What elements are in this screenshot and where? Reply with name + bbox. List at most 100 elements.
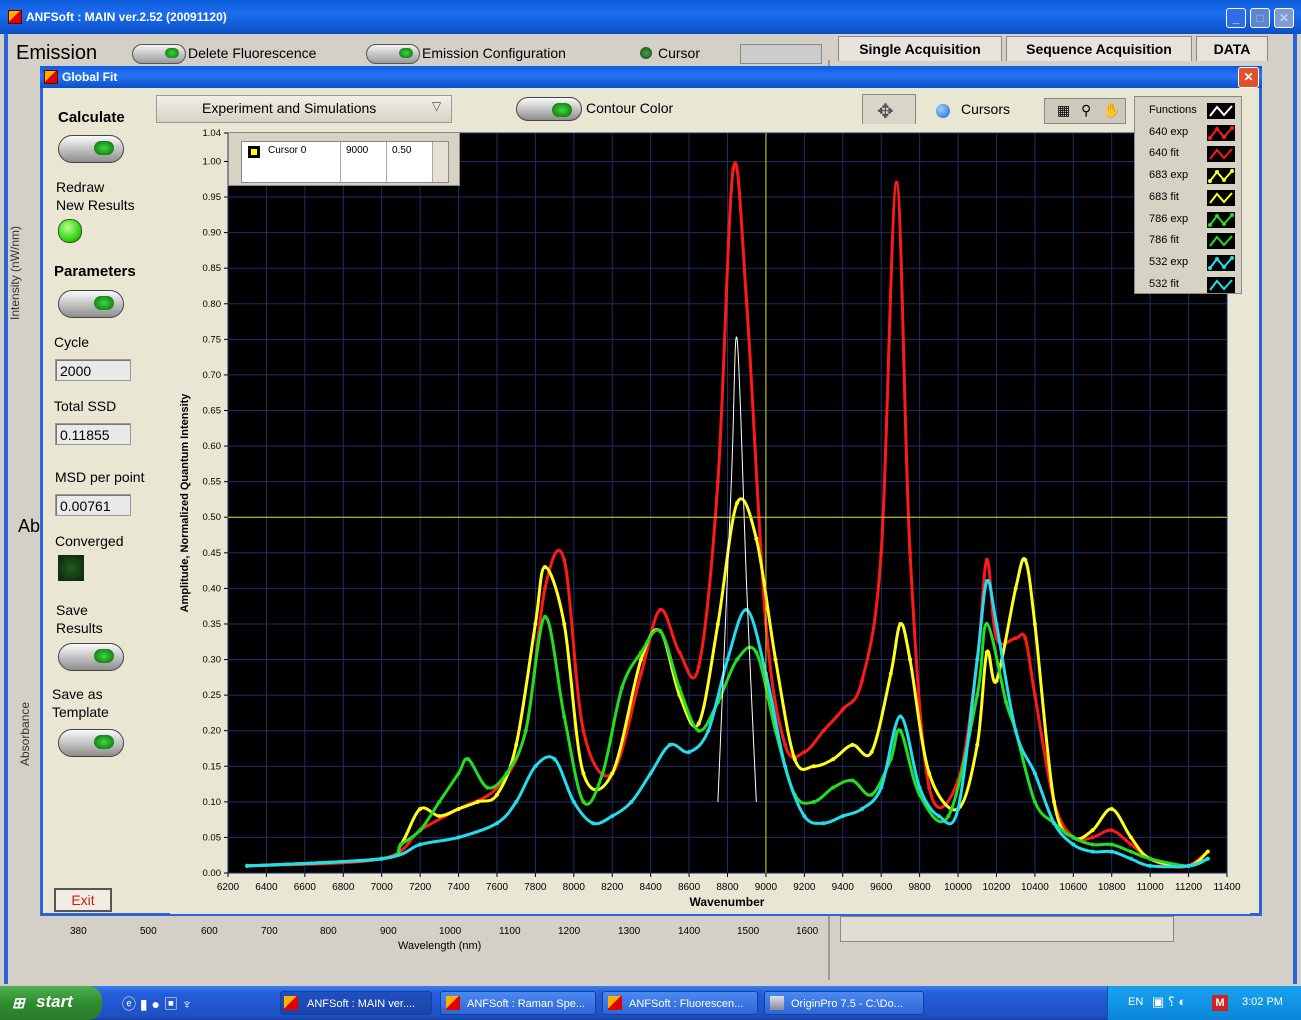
legend-item[interactable]: 532 fit bbox=[1135, 275, 1241, 295]
emission-label: Emission bbox=[16, 42, 98, 64]
tab-single-acquisition[interactable]: Single Acquisition bbox=[838, 36, 1002, 61]
y-tick-label: 0.75 bbox=[203, 334, 222, 345]
start-button[interactable]: ⊞ start bbox=[0, 986, 102, 1020]
legend-item[interactable]: 786 fit bbox=[1135, 231, 1241, 251]
series-point bbox=[1090, 828, 1095, 833]
legend-item[interactable]: 640 fit bbox=[1135, 144, 1241, 164]
legend-item[interactable]: 640 exp bbox=[1135, 123, 1241, 143]
minimize-button[interactable]: _ bbox=[1226, 8, 1246, 28]
y-tick-label: 0.70 bbox=[203, 370, 222, 381]
series-point bbox=[859, 806, 864, 811]
cursor-y-value[interactable]: 0.50 bbox=[392, 145, 411, 156]
calculate-label: Calculate bbox=[58, 109, 125, 126]
series-point bbox=[975, 693, 980, 698]
graph-tools-palette[interactable]: ▦ ⚲ ✋ bbox=[1044, 98, 1126, 124]
tab-sequence-acquisition[interactable]: Sequence Acquisition bbox=[1006, 36, 1192, 61]
legend-label: 532 fit bbox=[1149, 277, 1179, 290]
total-ssd-field[interactable]: 0.11855 bbox=[55, 423, 131, 445]
cycle-field[interactable]: 2000 bbox=[55, 359, 131, 381]
series-point bbox=[956, 806, 961, 811]
save-template-label: Save as Template bbox=[52, 686, 109, 720]
graph-palette[interactable] bbox=[740, 44, 822, 64]
chevron-down-icon: ▽ bbox=[432, 99, 442, 113]
y-tick-label: 0.65 bbox=[203, 406, 222, 417]
series-point bbox=[975, 742, 980, 747]
cursor-table-scrollbar[interactable] bbox=[432, 142, 448, 182]
legend-item[interactable]: 786 exp bbox=[1135, 210, 1241, 230]
series-point bbox=[894, 180, 899, 185]
series-point bbox=[1128, 849, 1133, 854]
redraw-led[interactable] bbox=[58, 219, 82, 243]
legend-swatch-icon bbox=[1207, 276, 1235, 293]
contour-color-label: Contour Color bbox=[586, 100, 674, 116]
x-tick-label: 9000 bbox=[755, 882, 778, 893]
exit-button[interactable]: Exit bbox=[54, 888, 112, 912]
legend-swatch-icon bbox=[1207, 233, 1235, 250]
experiment-dropdown[interactable]: Experiment and Simulations ▽ bbox=[156, 95, 452, 123]
pan-control[interactable]: ✥ bbox=[862, 94, 916, 126]
msd-field[interactable]: 0.00761 bbox=[55, 494, 131, 516]
x-tick-label: 10400 bbox=[1021, 882, 1049, 893]
series-point bbox=[667, 742, 672, 747]
cursor-legend[interactable]: Cursor 0 9000 0.50 bbox=[228, 132, 460, 186]
series-point bbox=[658, 629, 663, 634]
series-point bbox=[245, 863, 250, 868]
legend-item[interactable]: Functions bbox=[1135, 101, 1241, 121]
taskbar-item-origin[interactable]: OriginPro 7.5 - C:\Do... bbox=[764, 991, 924, 1015]
series-point bbox=[984, 650, 989, 655]
series-point bbox=[542, 565, 547, 570]
legend-item[interactable]: 683 exp bbox=[1135, 166, 1241, 186]
series-point bbox=[744, 301, 749, 306]
language-indicator[interactable]: EN bbox=[1128, 996, 1143, 1008]
converged-indicator bbox=[58, 555, 84, 581]
x-tick-label: 10200 bbox=[983, 882, 1011, 893]
legend-item[interactable]: 532 exp bbox=[1135, 253, 1241, 273]
taskbar-item-fluorescence[interactable]: ANFSoft : Fluorescen... bbox=[602, 991, 758, 1015]
save-template-button[interactable] bbox=[58, 729, 124, 757]
calculate-button[interactable] bbox=[58, 135, 124, 163]
x-tick-label: 6200 bbox=[217, 882, 240, 893]
taskbar-item-main[interactable]: ANFSoft : MAIN ver.... bbox=[280, 991, 432, 1015]
series-point bbox=[610, 771, 615, 776]
tab-data[interactable]: DATA bbox=[1196, 36, 1268, 61]
series-point bbox=[908, 657, 913, 662]
y-tick-label: 0.80 bbox=[203, 299, 222, 310]
series-point bbox=[879, 550, 884, 555]
wavelength-tick-label: 1400 bbox=[678, 926, 701, 937]
spectra-chart: 0.00 0.05 0.10 0.15 0.20 0.25 0.30 0.35 0.40 0.45… bbox=[170, 124, 1250, 914]
window-title: ANFSoft : MAIN ver.2.52 (20091120) bbox=[26, 10, 227, 24]
hand-icon[interactable]: ✋ bbox=[1103, 102, 1120, 119]
close-main-button[interactable]: ✕ bbox=[1274, 8, 1294, 28]
cursor-x-value[interactable]: 9000 bbox=[346, 145, 368, 156]
series-point bbox=[840, 707, 845, 712]
x-tick-label: 8800 bbox=[716, 882, 739, 893]
taskbar-item-raman[interactable]: ANFSoft : Raman Spe... bbox=[440, 991, 596, 1015]
series-point bbox=[1032, 621, 1037, 626]
save-results-button[interactable] bbox=[58, 643, 124, 671]
y-tick-label: 0.20 bbox=[203, 726, 222, 737]
crosshair-icon[interactable]: ▦ bbox=[1057, 102, 1070, 119]
emission-configuration-button[interactable] bbox=[366, 44, 420, 64]
legend-item[interactable]: 683 fit bbox=[1135, 188, 1241, 208]
delete-fluorescence-button[interactable] bbox=[132, 44, 186, 64]
parameters-button[interactable] bbox=[58, 290, 124, 318]
series-point bbox=[1128, 835, 1133, 840]
quicklaunch-icons[interactable]: ⓔ ▮ ● ▣ ♆ bbox=[122, 994, 192, 1014]
tray-icons[interactable]: ▣ ⸮ ◐ bbox=[1152, 994, 1186, 1010]
series-point bbox=[1032, 771, 1037, 776]
x-tick-label: 7800 bbox=[524, 882, 547, 893]
zoom-icon[interactable]: ⚲ bbox=[1081, 102, 1091, 119]
series-point bbox=[1023, 636, 1028, 641]
series-point bbox=[581, 799, 586, 804]
series-point bbox=[562, 621, 567, 626]
series-point bbox=[984, 579, 989, 584]
contour-color-button[interactable] bbox=[516, 97, 582, 121]
app-icon bbox=[8, 10, 22, 24]
wavelength-tick-label: 600 bbox=[201, 926, 218, 937]
close-dialog-button[interactable]: ✕ bbox=[1238, 67, 1259, 88]
series-point bbox=[1023, 557, 1028, 562]
series-point bbox=[629, 799, 634, 804]
y-tick-label: 0.60 bbox=[203, 441, 222, 452]
mail-icon[interactable]: M bbox=[1212, 995, 1228, 1011]
maximize-button[interactable]: □ bbox=[1250, 8, 1270, 28]
